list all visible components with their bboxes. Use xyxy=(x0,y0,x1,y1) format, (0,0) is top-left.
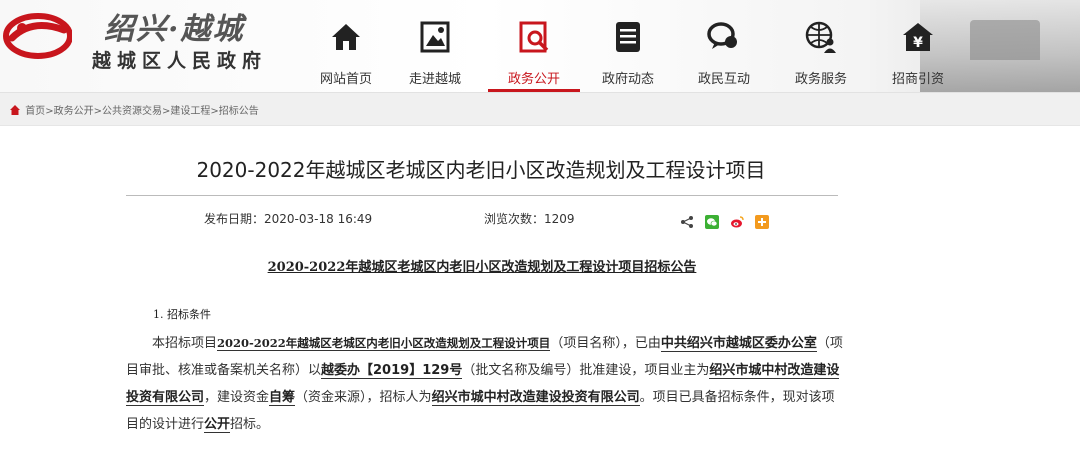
share-icon[interactable] xyxy=(680,214,694,228)
nav-label: 政务服务 xyxy=(794,72,847,87)
breadcrumb-item-home[interactable]: 首页 xyxy=(25,106,45,117)
svg-text:¥: ¥ xyxy=(913,35,923,51)
breadcrumb-bar: 首页>政务公开>公共资源交易>建设工程>招标公告 xyxy=(0,92,1080,126)
share-bar xyxy=(680,210,775,229)
para-text: 招标。 xyxy=(230,417,270,432)
nav-item-investment[interactable]: ¥ 招商引资 xyxy=(872,14,964,92)
picture-icon xyxy=(420,21,450,53)
add-icon[interactable] xyxy=(755,214,770,229)
nav-label: 政务公开 xyxy=(507,72,560,87)
tenderer: 绍兴市城中村改造建设投资有限公司 xyxy=(431,390,640,406)
nav-item-interaction[interactable]: 政民互动 xyxy=(678,14,770,92)
nav-item-government-affairs[interactable]: 政务公开 xyxy=(488,14,580,92)
breadcrumb-item-construction[interactable]: 建设工程 xyxy=(170,106,210,117)
news-list-icon xyxy=(616,22,640,52)
nav-label: 招商引资 xyxy=(891,72,944,87)
para-text: （资金来源），招标人为 xyxy=(295,390,432,405)
publish-date-label: 发布日期： xyxy=(204,212,265,226)
nav-item-services[interactable]: 政务服务 xyxy=(775,14,867,92)
wechat-icon[interactable] xyxy=(705,214,720,229)
section-heading: 1. 招标条件 xyxy=(153,308,211,321)
site-header: 绍兴·越城 越城区人民政府 网站首页 走进越城 政务公开 政府动态 政民互动 政… xyxy=(0,0,1080,92)
para-text: （项目名称），已由 xyxy=(550,336,661,351)
title-divider xyxy=(126,195,838,196)
para-text: ，建设资金 xyxy=(204,390,270,405)
nav-label: 网站首页 xyxy=(319,72,372,87)
breadcrumb-item-government-affairs[interactable]: 政务公开 xyxy=(54,106,94,117)
project-name: 2020-2022年越城区老城区内老旧小区改造规划及工程设计项目 xyxy=(217,336,551,351)
publish-date: 发布日期：2020-03-18 16:49 xyxy=(204,210,372,227)
para-text: 本招标项目 xyxy=(152,336,218,351)
nav-label: 政民互动 xyxy=(697,72,750,87)
approving-agency: 中共绍兴市越城区委办公室 xyxy=(660,336,817,352)
breadcrumb-item-public-resources[interactable]: 公共资源交易 xyxy=(102,106,162,117)
header-scenery-building xyxy=(970,20,1040,60)
document-heading-text: 2020-2022年越城区老城区内老旧小区改造规划及工程设计项目招标公告 xyxy=(267,260,697,275)
tender-method: 公开 xyxy=(204,417,231,433)
globe-person-icon xyxy=(805,21,836,53)
article-title: 2020-2022年越城区老城区内老旧小区改造规划及工程设计项目 xyxy=(196,158,766,182)
weibo-icon[interactable] xyxy=(730,214,744,228)
breadcrumb-item-tender-notice[interactable]: 招标公告 xyxy=(219,106,259,117)
view-count-label: 浏览次数： xyxy=(484,212,545,226)
site-logo-emblem-icon[interactable] xyxy=(2,8,72,60)
nav-label: 政府动态 xyxy=(601,72,654,87)
fund-source: 自筹 xyxy=(269,390,296,406)
nav-item-about[interactable]: 走进越城 xyxy=(389,14,481,92)
site-subtitle: 越城区人民政府 xyxy=(92,50,268,72)
nav-item-government-news[interactable]: 政府动态 xyxy=(582,14,674,92)
view-count-value: 1209 xyxy=(544,212,575,226)
chat-bubbles-icon xyxy=(707,22,737,49)
article-paragraph: 本招标项目2020-2022年越城区老城区内老旧小区改造规划及工程设计项目（项目… xyxy=(126,330,846,438)
para-text: （批文名称及编号）批准建设，项目业主为 xyxy=(462,363,710,378)
nav-item-home[interactable]: 网站首页 xyxy=(300,14,392,92)
breadcrumb-separator: > xyxy=(210,106,219,117)
breadcrumb-separator: > xyxy=(45,106,54,117)
approval-number: 越委办【2019】129号 xyxy=(321,363,463,379)
publish-date-value: 2020-03-18 16:49 xyxy=(264,212,373,226)
breadcrumb-separator: > xyxy=(93,106,102,117)
breadcrumb: 首页>政务公开>公共资源交易>建设工程>招标公告 xyxy=(10,102,259,117)
site-title[interactable]: 绍兴·越城 xyxy=(104,4,244,48)
nav-label: 走进越城 xyxy=(408,72,461,87)
view-count: 浏览次数：1209 xyxy=(484,210,575,227)
document-search-icon xyxy=(519,21,549,53)
home-icon xyxy=(332,24,360,50)
money-house-icon: ¥ xyxy=(903,23,933,51)
document-heading: 2020-2022年越城区老城区内老旧小区改造规划及工程设计项目招标公告 xyxy=(126,256,838,275)
breadcrumb-home-icon xyxy=(10,105,20,115)
